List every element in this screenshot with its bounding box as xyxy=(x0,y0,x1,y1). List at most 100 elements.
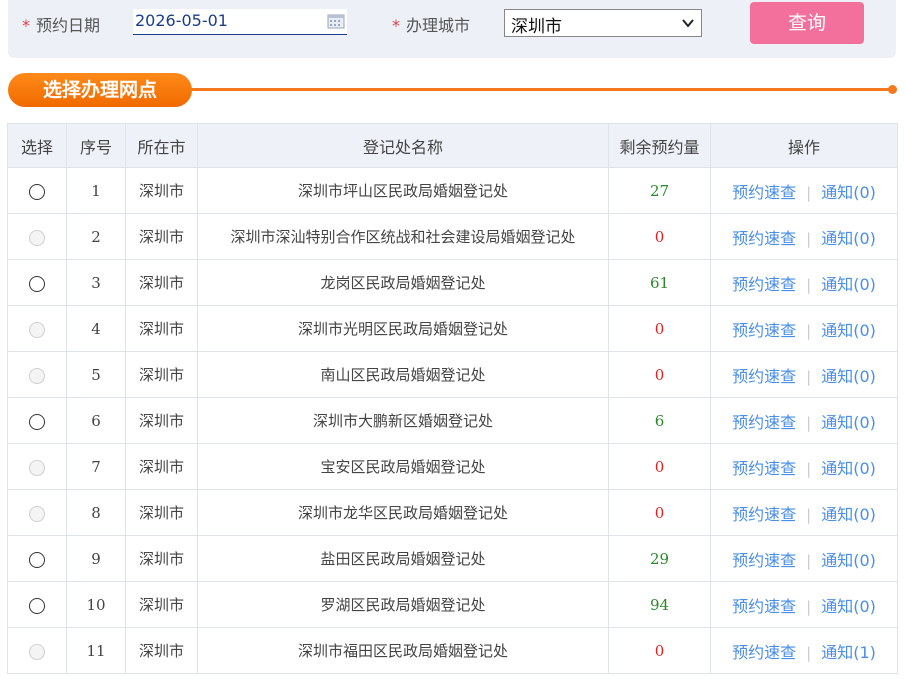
required-mark: * xyxy=(392,16,400,35)
city-value: 深圳市 xyxy=(511,17,562,37)
select-cell xyxy=(7,213,67,260)
row-city: 深圳市 xyxy=(125,535,198,582)
row-actions: 预约速查 | 通知(0) xyxy=(710,351,898,398)
col-header-no: 序号 xyxy=(66,123,126,168)
quick-check-link[interactable]: 预约速查 xyxy=(732,459,796,478)
notify-link[interactable]: 通知(0) xyxy=(821,551,876,570)
row-office-name: 深圳市龙华区民政局婚姻登记处 xyxy=(197,489,609,536)
row-remaining: 27 xyxy=(608,167,711,214)
action-separator: | xyxy=(806,505,812,524)
table-row: 1 深圳市 深圳市坪山区民政局婚姻登记处 27 预约速查 | 通知(0) xyxy=(7,167,898,214)
row-number: 4 xyxy=(66,305,126,352)
search-bar: * 预约日期 2026-05-01 * 办理城市 深圳市 查询 xyxy=(8,0,896,58)
quick-check-link[interactable]: 预约速查 xyxy=(732,505,796,524)
select-cell xyxy=(7,259,67,306)
row-remaining: 0 xyxy=(608,489,711,536)
select-cell xyxy=(7,351,67,398)
calendar-icon[interactable] xyxy=(327,13,345,29)
row-office-name: 深圳市光明区民政局婚姻登记处 xyxy=(197,305,609,352)
notify-link[interactable]: 通知(0) xyxy=(821,275,876,294)
row-actions: 预约速查 | 通知(0) xyxy=(710,581,898,628)
select-radio xyxy=(29,505,45,522)
select-radio xyxy=(29,459,45,476)
action-separator: | xyxy=(806,597,812,616)
quick-check-link[interactable]: 预约速查 xyxy=(732,367,796,386)
row-actions: 预约速查 | 通知(0) xyxy=(710,489,898,536)
select-radio[interactable] xyxy=(29,275,45,292)
quick-check-link[interactable]: 预约速查 xyxy=(732,597,796,616)
row-city: 深圳市 xyxy=(125,259,198,306)
row-remaining: 6 xyxy=(608,397,711,444)
row-remaining: 0 xyxy=(608,627,711,674)
row-office-name: 龙岗区民政局婚姻登记处 xyxy=(197,259,609,306)
row-number: 6 xyxy=(66,397,126,444)
row-remaining: 29 xyxy=(608,535,711,582)
quick-check-link[interactable]: 预约速查 xyxy=(732,275,796,294)
city-field-label: * 办理城市 xyxy=(392,12,470,36)
notify-link[interactable]: 通知(0) xyxy=(821,413,876,432)
select-cell xyxy=(7,305,67,352)
notify-link[interactable]: 通知(0) xyxy=(821,229,876,248)
quick-check-link[interactable]: 预约速查 xyxy=(732,413,796,432)
notify-link[interactable]: 通知(0) xyxy=(821,183,876,202)
select-radio[interactable] xyxy=(29,413,45,430)
col-header-remain: 剩余预约量 xyxy=(608,123,711,168)
quick-check-link[interactable]: 预约速查 xyxy=(732,321,796,340)
row-remaining: 0 xyxy=(608,213,711,260)
section-title: 选择办理网点 xyxy=(8,73,192,107)
row-office-name: 宝安区民政局婚姻登记处 xyxy=(197,443,609,490)
row-actions: 预约速查 | 通知(0) xyxy=(710,167,898,214)
notify-link[interactable]: 通知(0) xyxy=(821,367,876,386)
row-number: 8 xyxy=(66,489,126,536)
table-row: 10 深圳市 罗湖区民政局婚姻登记处 94 预约速查 | 通知(0) xyxy=(7,581,898,628)
table-body: 1 深圳市 深圳市坪山区民政局婚姻登记处 27 预约速查 | 通知(0) 2 深圳市 深圳市深汕特… xyxy=(7,167,898,674)
quick-check-link[interactable]: 预约速查 xyxy=(732,551,796,570)
quick-check-link[interactable]: 预约速查 xyxy=(732,183,796,202)
row-city: 深圳市 xyxy=(125,167,198,214)
select-radio[interactable] xyxy=(29,551,45,568)
action-separator: | xyxy=(806,551,812,570)
notify-link[interactable]: 通知(0) xyxy=(821,321,876,340)
table-row: 8 深圳市 深圳市龙华区民政局婚姻登记处 0 预约速查 | 通知(0) xyxy=(7,489,898,536)
select-radio xyxy=(29,643,45,660)
row-number: 11 xyxy=(66,627,126,674)
query-button[interactable]: 查询 xyxy=(750,2,864,44)
quick-check-link[interactable]: 预约速查 xyxy=(732,229,796,248)
notify-link[interactable]: 通知(0) xyxy=(821,459,876,478)
select-radio[interactable] xyxy=(29,597,45,614)
date-value: 2026-05-01 xyxy=(135,11,228,30)
notify-link[interactable]: 通知(0) xyxy=(821,505,876,524)
row-city: 深圳市 xyxy=(125,581,198,628)
row-city: 深圳市 xyxy=(125,443,198,490)
action-separator: | xyxy=(806,459,812,478)
select-cell xyxy=(7,489,67,536)
select-radio[interactable] xyxy=(29,183,45,200)
row-office-name: 盐田区民政局婚姻登记处 xyxy=(197,535,609,582)
notify-link[interactable]: 通知(0) xyxy=(821,597,876,616)
row-actions: 预约速查 | 通知(1) xyxy=(710,627,898,674)
notify-link[interactable]: 通知(1) xyxy=(821,643,876,662)
chevron-down-icon xyxy=(682,19,694,28)
table-row: 4 深圳市 深圳市光明区民政局婚姻登记处 0 预约速查 | 通知(0) xyxy=(7,305,898,352)
row-number: 10 xyxy=(66,581,126,628)
table-header-row: 选择 序号 所在市 登记处名称 剩余预约量 操作 xyxy=(7,123,898,168)
action-separator: | xyxy=(806,275,812,294)
date-input[interactable]: 2026-05-01 xyxy=(133,9,347,35)
city-label-text: 办理城市 xyxy=(406,16,471,35)
row-actions: 预约速查 | 通知(0) xyxy=(710,259,898,306)
col-header-actions: 操作 xyxy=(710,123,898,168)
row-actions: 预约速查 | 通知(0) xyxy=(710,213,898,260)
city-select[interactable]: 深圳市 xyxy=(504,9,702,37)
quick-check-link[interactable]: 预约速查 xyxy=(732,643,796,662)
select-cell xyxy=(7,397,67,444)
row-office-name: 罗湖区民政局婚姻登记处 xyxy=(197,581,609,628)
action-separator: | xyxy=(806,643,812,662)
row-city: 深圳市 xyxy=(125,351,198,398)
col-header-city: 所在市 xyxy=(125,123,198,168)
col-header-name: 登记处名称 xyxy=(197,123,609,168)
row-office-name: 深圳市坪山区民政局婚姻登记处 xyxy=(197,167,609,214)
select-cell xyxy=(7,581,67,628)
table-row: 9 深圳市 盐田区民政局婚姻登记处 29 预约速查 | 通知(0) xyxy=(7,535,898,582)
col-header-select: 选择 xyxy=(7,123,67,168)
table-row: 11 深圳市 深圳市福田区民政局婚姻登记处 0 预约速查 | 通知(1) xyxy=(7,627,898,674)
